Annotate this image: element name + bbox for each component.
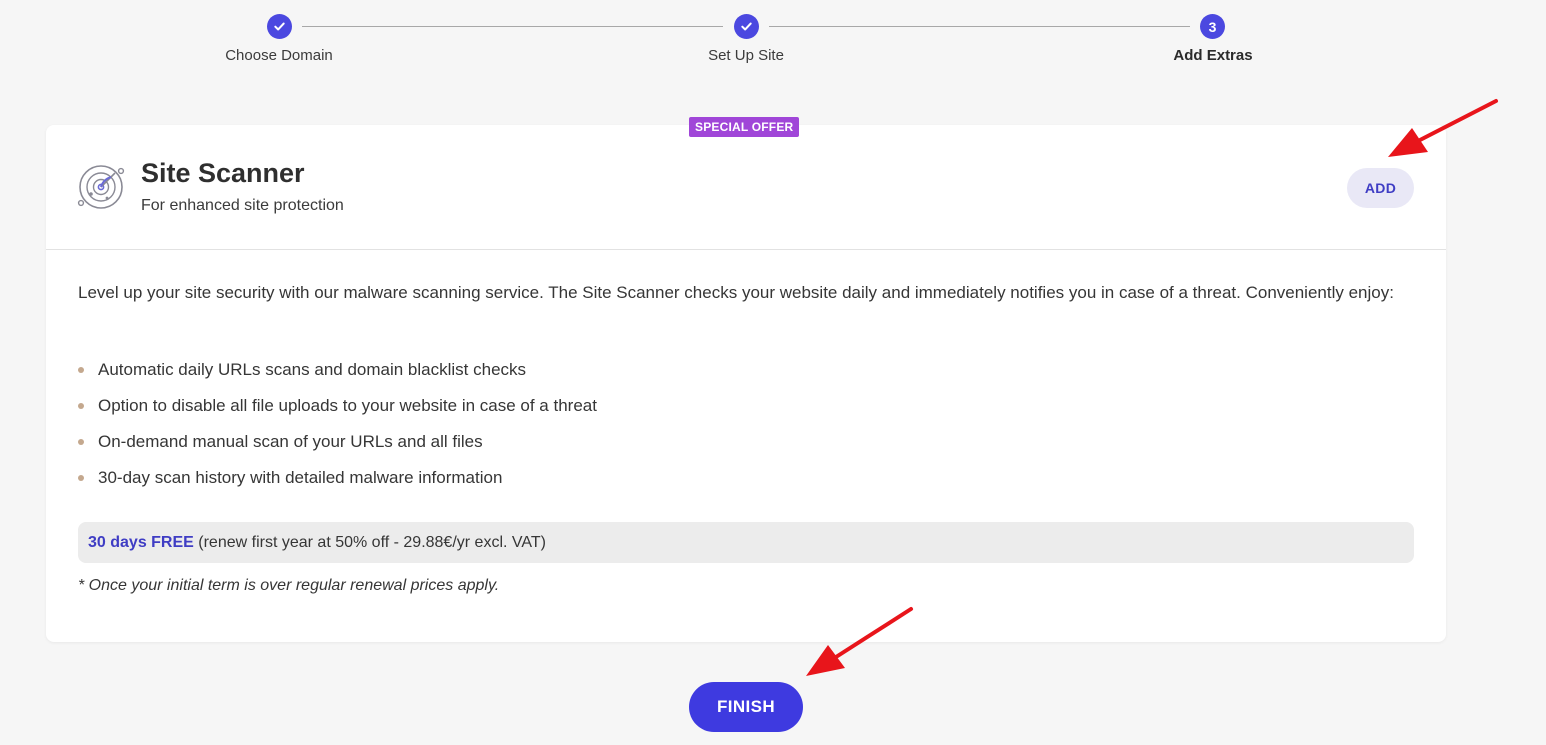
step-label-add-extras: Add Extras: [1173, 47, 1253, 64]
feature-text: Automatic daily URLs scans and domain bl…: [98, 360, 527, 379]
renewal-footnote: * Once your initial term is over regular…: [78, 577, 500, 594]
list-item: 30-day scan history with detailed malwar…: [78, 465, 597, 501]
bullet-icon: [78, 439, 84, 445]
list-item: Automatic daily URLs scans and domain bl…: [78, 357, 597, 393]
price-detail: (renew first year at 50% off - 29.88€/yr…: [193, 534, 546, 551]
feature-text: 30-day scan history with detailed malwar…: [98, 468, 503, 487]
step-label-choose-domain: Choose Domain: [225, 47, 333, 64]
feature-text: Option to disable all file uploads to yo…: [98, 396, 597, 415]
product-title: Site Scanner: [141, 158, 305, 188]
finish-button[interactable]: FINISH: [689, 682, 803, 732]
feature-list: Automatic daily URLs scans and domain bl…: [78, 357, 597, 501]
step-3-number: 3: [1200, 14, 1225, 39]
step-1-check-icon: [267, 14, 292, 39]
step-2-check-icon: [734, 14, 759, 39]
price-box: 30 days FREE (renew first year at 50% of…: [78, 522, 1414, 563]
list-item: On-demand manual scan of your URLs and a…: [78, 429, 597, 465]
card-divider: [46, 249, 1446, 250]
step-connector: [302, 26, 723, 27]
bullet-icon: [78, 403, 84, 409]
bullet-icon: [78, 367, 84, 373]
add-button[interactable]: ADD: [1347, 168, 1414, 208]
site-scanner-card: SPECIAL OFFER Site Scanner For enhanced …: [46, 117, 1446, 642]
product-subtitle: For enhanced site protection: [141, 197, 344, 214]
step-label-set-up-site: Set Up Site: [708, 47, 784, 64]
step-connector: [769, 26, 1190, 27]
list-item: Option to disable all file uploads to yo…: [78, 393, 597, 429]
product-description: Level up your site security with our mal…: [78, 283, 1394, 302]
card-header: Site Scanner For enhanced site protectio…: [46, 125, 1446, 249]
radar-scanner-icon: [77, 165, 125, 209]
bullet-icon: [78, 475, 84, 481]
progress-stepper: Choose Domain Set Up Site 3 Add Extras: [0, 0, 1546, 80]
feature-text: On-demand manual scan of your URLs and a…: [98, 432, 483, 451]
free-trial-label: 30 days FREE: [88, 534, 194, 551]
